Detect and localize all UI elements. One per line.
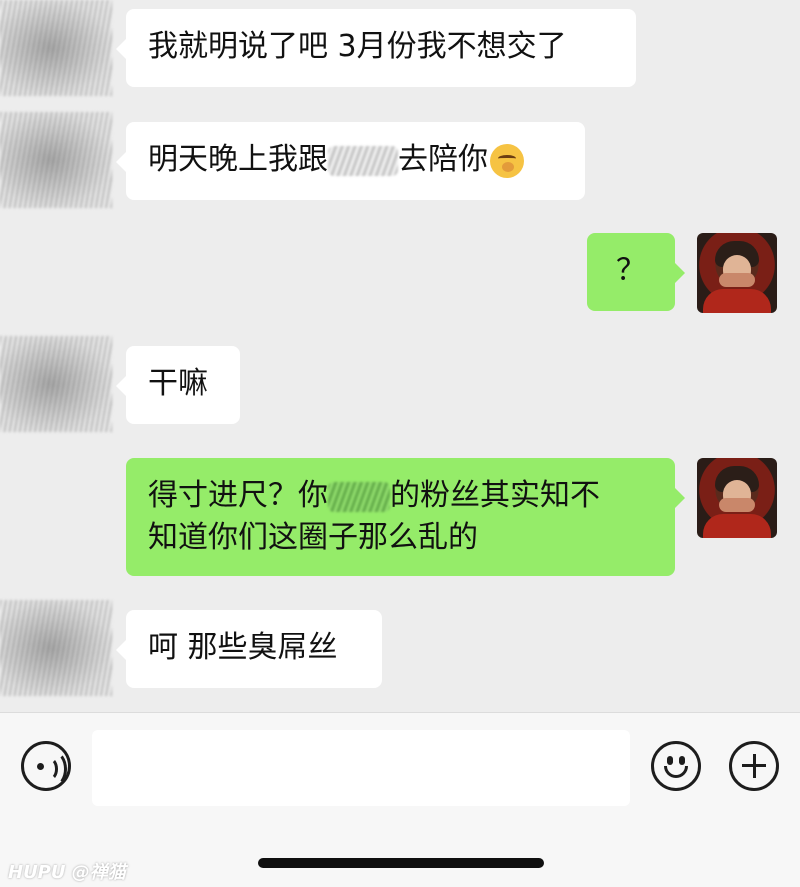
message-line: 得寸进尺？你 的粉丝其实知不 <box>148 475 653 517</box>
message-bubble-received[interactable]: 明天晚上我跟 去陪你 <box>116 122 585 200</box>
message-text: 呵 那些臭屌丝 <box>148 630 338 665</box>
redaction-smudge <box>328 481 390 512</box>
message-bubble-sent[interactable]: ？ <box>587 233 685 311</box>
contact-avatar[interactable] <box>0 600 112 696</box>
message-bubble-received[interactable]: 我就明说了吧 3月份我不想交了 <box>116 9 636 87</box>
message-text: 我就明说了吧 3月份我不想交了 <box>148 29 567 64</box>
message-text: ？ <box>616 253 646 288</box>
message-line: 知道你们这圈子那么乱的 <box>148 517 653 559</box>
message-text: 得寸进尺？你 <box>148 478 328 513</box>
redaction-smudge <box>328 145 398 176</box>
contact-avatar[interactable] <box>0 0 112 96</box>
message-text: 干嘛 <box>148 366 208 401</box>
contact-avatar[interactable] <box>0 112 112 208</box>
message-text: 知道你们这圈子那么乱的 <box>148 520 478 555</box>
message-bubble-received[interactable]: 呵 那些臭屌丝 <box>116 610 382 688</box>
contact-avatar[interactable] <box>0 336 112 432</box>
message-text: 的粉丝其实知不 <box>390 478 600 513</box>
watermark: HUPU @禅猫 <box>8 862 126 883</box>
yawning-face-emoji <box>490 143 524 178</box>
message-bubble-received[interactable]: 干嘛 <box>116 346 240 424</box>
emoji-icon[interactable] <box>651 741 701 791</box>
message-bubble-sent[interactable]: 得寸进尺？你 的粉丝其实知不 知道你们这圈子那么乱的 <box>126 458 685 576</box>
plus-icon[interactable] <box>729 741 779 791</box>
my-avatar[interactable] <box>697 233 777 313</box>
chat-message-list[interactable]: 我就明说了吧 3月份我不想交了 明天晚上我跟 去陪你 ？ 干嘛 得寸进尺？你 的粉丝… <box>0 0 800 712</box>
message-text: 去陪你 <box>398 142 488 177</box>
my-avatar[interactable] <box>697 458 777 538</box>
voice-icon[interactable] <box>21 741 71 791</box>
message-input[interactable] <box>92 730 630 806</box>
message-text: 明天晚上我跟 <box>148 142 328 177</box>
home-indicator[interactable] <box>258 858 544 868</box>
